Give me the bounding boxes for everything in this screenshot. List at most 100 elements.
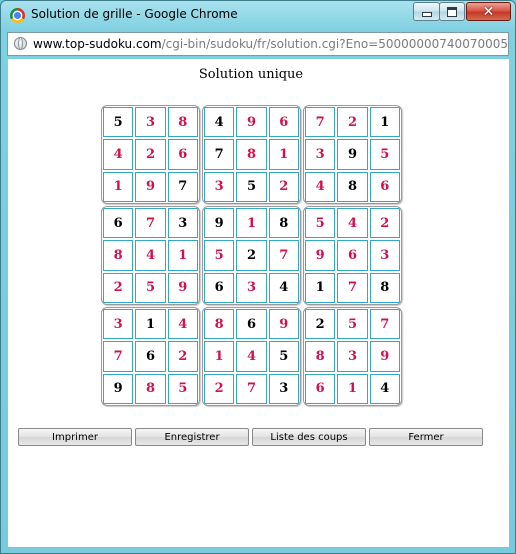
sudoku-cell: 4	[103, 139, 134, 170]
sudoku-cell: 5	[268, 341, 299, 372]
sudoku-cell: 6	[369, 171, 400, 202]
minimize-button[interactable]	[413, 2, 440, 21]
sudoku-cell: 8	[204, 309, 235, 340]
sudoku-cell: 3	[268, 373, 299, 404]
sudoku-box: 673 841 259	[101, 206, 200, 305]
sudoku-cell: 7	[369, 309, 400, 340]
sudoku-cell: 8	[305, 341, 336, 372]
sudoku-cell: 2	[103, 272, 134, 303]
sudoku-cell: 3	[103, 309, 134, 340]
sudoku-cell: 5	[369, 139, 400, 170]
sudoku-cell: 5	[236, 171, 267, 202]
sudoku-cell: 9	[204, 208, 235, 239]
sudoku-cell: 7	[204, 139, 235, 170]
sudoku-box: 257 839 614	[303, 307, 402, 406]
sudoku-cell: 9	[305, 240, 336, 271]
url-host: www.top-sudoku.com	[33, 37, 162, 51]
sudoku-cell: 5	[167, 373, 198, 404]
sudoku-box: 721 395 486	[303, 105, 402, 204]
chrome-icon	[10, 8, 25, 23]
sudoku-cell: 2	[305, 309, 336, 340]
sudoku-cell: 5	[337, 309, 368, 340]
close-window-button[interactable]: ✕	[466, 2, 511, 21]
sudoku-cell: 8	[236, 139, 267, 170]
sudoku-cell: 4	[337, 208, 368, 239]
sudoku-cell: 7	[167, 171, 198, 202]
sudoku-cell: 3	[167, 208, 198, 239]
sudoku-cell: 5	[204, 240, 235, 271]
sudoku-box: 496 781 352	[202, 105, 301, 204]
sudoku-cell: 2	[337, 107, 368, 138]
window-title: Solution de grille - Google Chrome	[31, 7, 238, 21]
sudoku-cell: 1	[204, 341, 235, 372]
sudoku-cell: 5	[305, 208, 336, 239]
sudoku-cell: 4	[369, 373, 400, 404]
title-bar[interactable]: Solution de grille - Google Chrome ✕	[1, 1, 515, 29]
sudoku-grid: 5384261974967813527213954866738412599185…	[101, 105, 403, 407]
sudoku-cell: 6	[204, 272, 235, 303]
page-content: Solution unique 538426197496781352721395…	[8, 59, 509, 547]
globe-icon	[14, 37, 27, 50]
sudoku-cell: 1	[305, 272, 336, 303]
sudoku-cell: 4	[135, 240, 166, 271]
sudoku-cell: 4	[236, 341, 267, 372]
sudoku-cell: 8	[369, 272, 400, 303]
sudoku-cell: 1	[167, 240, 198, 271]
sudoku-cell: 1	[103, 171, 134, 202]
print-button[interactable]: Imprimer	[18, 428, 132, 446]
sudoku-cell: 8	[103, 240, 134, 271]
maximize-button[interactable]	[439, 2, 465, 21]
sudoku-cell: 6	[167, 139, 198, 170]
sudoku-cell: 3	[236, 272, 267, 303]
sudoku-cell: 8	[268, 208, 299, 239]
sudoku-cell: 8	[337, 171, 368, 202]
sudoku-cell: 2	[268, 171, 299, 202]
sudoku-cell: 6	[268, 107, 299, 138]
sudoku-box: 542 963 178	[303, 206, 402, 305]
sudoku-cell: 1	[236, 208, 267, 239]
sudoku-cell: 2	[167, 341, 198, 372]
sudoku-cell: 4	[268, 272, 299, 303]
sudoku-cell: 6	[305, 373, 336, 404]
sudoku-cell: 2	[369, 208, 400, 239]
sudoku-cell: 6	[135, 341, 166, 372]
browser-window: Solution de grille - Google Chrome ✕ www…	[0, 0, 516, 554]
sudoku-cell: 9	[135, 171, 166, 202]
sudoku-cell: 9	[103, 373, 134, 404]
sudoku-cell: 4	[204, 107, 235, 138]
maximize-icon	[447, 6, 457, 17]
button-row: Imprimer Enregistrer Liste des coups Fer…	[18, 428, 483, 446]
sudoku-cell: 8	[135, 373, 166, 404]
sudoku-cell: 2	[236, 240, 267, 271]
close-icon: ✕	[482, 3, 495, 20]
close-button[interactable]: Fermer	[369, 428, 483, 446]
sudoku-cell: 6	[236, 309, 267, 340]
sudoku-cell: 3	[337, 341, 368, 372]
sudoku-cell: 5	[103, 107, 134, 138]
moves-list-button[interactable]: Liste des coups	[252, 428, 366, 446]
url-path: /cgi-bin/sudoku/fr/solution.cgi?Eno=5000…	[161, 37, 509, 51]
sudoku-cell: 1	[268, 139, 299, 170]
minimize-icon	[421, 12, 432, 17]
sudoku-box: 918 527 634	[202, 206, 301, 305]
sudoku-cell: 9	[236, 107, 267, 138]
sudoku-cell: 7	[268, 240, 299, 271]
sudoku-cell: 9	[167, 272, 198, 303]
save-button[interactable]: Enregistrer	[135, 428, 249, 446]
page-heading: Solution unique	[198, 67, 304, 82]
sudoku-cell: 1	[369, 107, 400, 138]
sudoku-cell: 7	[337, 272, 368, 303]
sudoku-cell: 8	[167, 107, 198, 138]
address-bar[interactable]: www.top-sudoku.com/cgi-bin/sudoku/fr/sol…	[7, 32, 509, 56]
sudoku-cell: 7	[135, 208, 166, 239]
sudoku-cell: 9	[337, 139, 368, 170]
sudoku-cell: 1	[337, 373, 368, 404]
sudoku-cell: 9	[268, 309, 299, 340]
sudoku-cell: 2	[135, 139, 166, 170]
sudoku-cell: 9	[369, 341, 400, 372]
sudoku-box: 869 145 273	[202, 307, 301, 406]
url-text[interactable]: www.top-sudoku.com/cgi-bin/sudoku/fr/sol…	[33, 37, 509, 51]
sudoku-cell: 3	[305, 139, 336, 170]
sudoku-cell: 1	[135, 309, 166, 340]
sudoku-cell: 3	[369, 240, 400, 271]
